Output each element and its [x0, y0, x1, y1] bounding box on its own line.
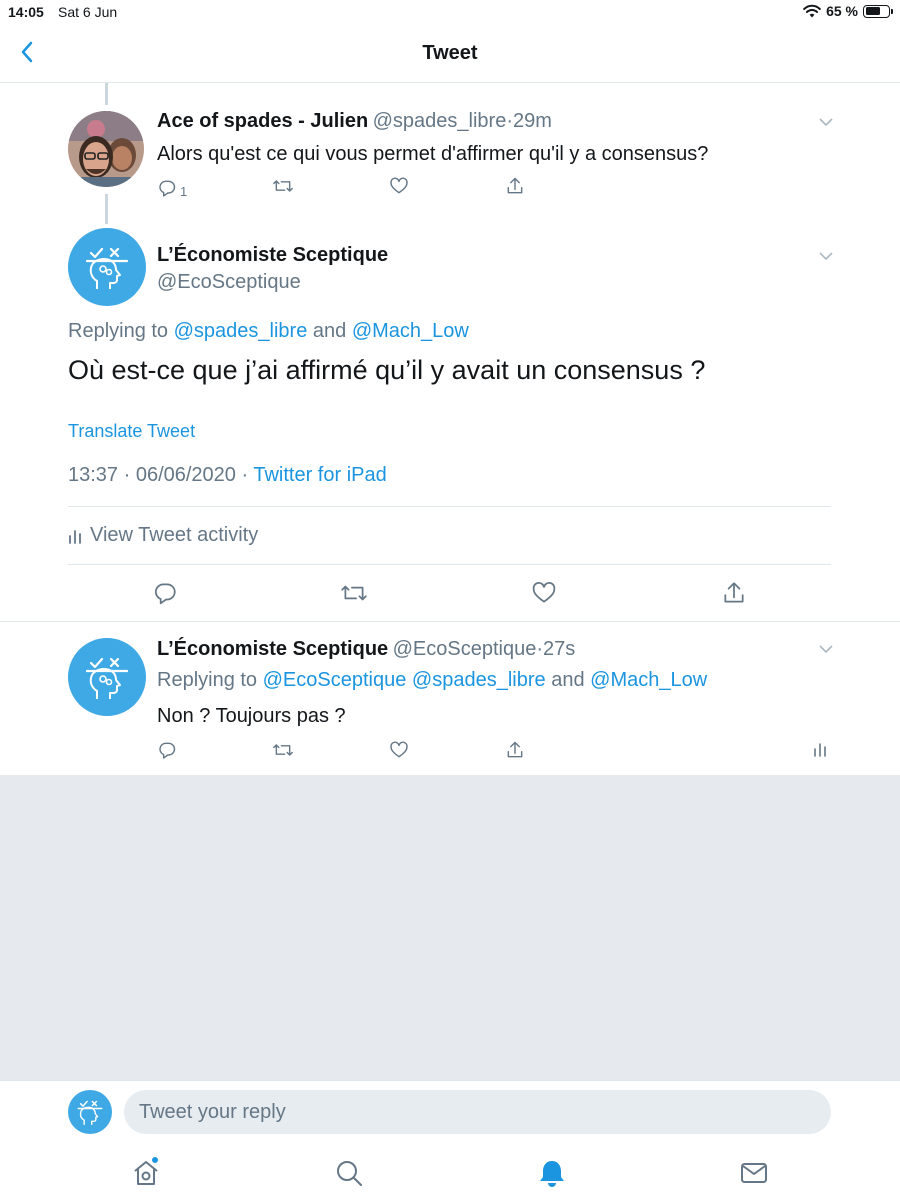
status-bar: 14:05 Sat 6 Jun 65 % [0, 0, 900, 22]
tweet-header: L’Économiste Sceptique @EcoSceptique·27s [157, 638, 575, 661]
retweet-icon [273, 180, 293, 192]
tweet-time: 27s [543, 638, 576, 660]
brain-logo-icon [85, 657, 129, 699]
replying-to: Replying to @EcoSceptique @spades_libre … [157, 669, 707, 692]
author-name[interactable]: L’Économiste Sceptique [157, 244, 388, 267]
retweet-icon [341, 585, 367, 601]
chevron-down-icon[interactable] [818, 251, 834, 261]
divider [68, 564, 831, 565]
page-title: Tweet [422, 42, 478, 64]
chevron-down-icon[interactable] [818, 644, 834, 654]
wifi-icon [803, 4, 821, 18]
divider [68, 506, 831, 507]
mention-link[interactable]: @spades_libre [174, 320, 308, 342]
divider [0, 621, 900, 622]
author-name[interactable]: L’Économiste Sceptique [157, 638, 388, 660]
avatar[interactable] [68, 638, 146, 716]
battery-percent: 65 % [826, 3, 858, 19]
like-icon [532, 582, 556, 603]
composer-avatar [68, 1090, 112, 1134]
timestamp: 13:37 · 06/06/2020 · [68, 464, 249, 486]
brain-logo-icon [85, 247, 129, 289]
reply-button[interactable]: 1 [157, 176, 187, 199]
mention-link[interactable]: @Mach_Low [352, 320, 469, 342]
analytics-button[interactable] [813, 740, 827, 758]
author-handle[interactable]: @EcoSceptique [157, 271, 301, 294]
replying-and: and [551, 669, 585, 691]
tweet-meta: 13:37 · 06/06/2020 · Twitter for iPad [68, 464, 387, 487]
brain-logo-icon [77, 1100, 103, 1125]
share-button[interactable] [721, 580, 747, 606]
separator-dot: · [506, 110, 514, 132]
thread-line [105, 194, 108, 224]
notifications-icon[interactable] [536, 1157, 568, 1189]
author-handle[interactable]: @spades_libre [373, 110, 507, 132]
analytics-icon [69, 529, 81, 544]
reply-icon [154, 583, 176, 605]
retweet-icon [273, 744, 293, 756]
reply-button[interactable] [152, 580, 178, 606]
replying-and: and [312, 320, 347, 342]
like-button[interactable] [531, 580, 557, 606]
thread-line [105, 83, 108, 105]
reply-input[interactable] [124, 1090, 831, 1134]
messages-icon[interactable] [738, 1157, 770, 1189]
analytics-icon [814, 743, 826, 757]
tweet-text: Alors qu'est ce qui vous permet d'affirm… [157, 143, 709, 165]
like-icon [390, 741, 408, 758]
share-icon [507, 177, 523, 194]
like-button[interactable] [389, 176, 409, 196]
author-handle[interactable]: @EcoSceptique [393, 638, 537, 660]
status-date: Sat 6 Jun [58, 4, 118, 20]
empty-area [0, 775, 900, 1080]
share-button[interactable] [505, 176, 525, 196]
author-name[interactable]: Ace of spades - Julien [157, 110, 368, 132]
mention-link[interactable]: @Mach_Low [590, 669, 707, 691]
reply-icon [159, 742, 176, 759]
view-activity-label: View Tweet activity [90, 524, 259, 546]
status-right: 65 % [803, 3, 893, 19]
avatar[interactable] [68, 111, 144, 187]
source-link[interactable]: Twitter for iPad [253, 464, 386, 486]
view-tweet-activity[interactable]: View Tweet activity [68, 524, 258, 547]
like-icon [390, 177, 408, 194]
reply-composer [0, 1080, 900, 1200]
tweet-time: 29m [513, 110, 552, 132]
tweet-header: Ace of spades - Julien @spades_libre·29m [157, 110, 552, 133]
share-icon [507, 741, 523, 758]
chevron-down-icon[interactable] [818, 117, 834, 127]
avatar-photo [68, 111, 144, 187]
avatar[interactable] [68, 228, 146, 306]
status-time: 14:05 [8, 4, 44, 20]
mention-link[interactable]: @spades_libre [412, 669, 546, 691]
reply-button[interactable] [157, 740, 177, 760]
battery-icon [863, 4, 893, 18]
home-icon[interactable] [130, 1157, 162, 1189]
replying-prefix: Replying to [157, 669, 258, 691]
like-button[interactable] [389, 740, 409, 760]
translate-tweet-link[interactable]: Translate Tweet [68, 421, 195, 442]
battery-fill [865, 7, 880, 15]
retweet-button[interactable] [272, 176, 294, 196]
retweet-button[interactable] [272, 740, 294, 760]
mention-link[interactable]: @EcoSceptique [263, 669, 407, 691]
reply-count: 1 [180, 184, 188, 199]
replying-prefix: Replying to [68, 320, 169, 342]
search-icon[interactable] [333, 1157, 365, 1189]
tweet-text: Non ? Toujours pas ? [157, 705, 346, 727]
share-button[interactable] [505, 740, 525, 760]
tweet-text: Où est-ce que j’ai affirmé qu’il y avait… [68, 355, 706, 385]
nav-bar: Tweet [0, 22, 900, 83]
reply-icon [159, 180, 176, 197]
retweet-button[interactable] [340, 580, 368, 606]
replying-to: Replying to @spades_libre and @Mach_Low [68, 320, 469, 343]
share-icon [724, 582, 744, 603]
